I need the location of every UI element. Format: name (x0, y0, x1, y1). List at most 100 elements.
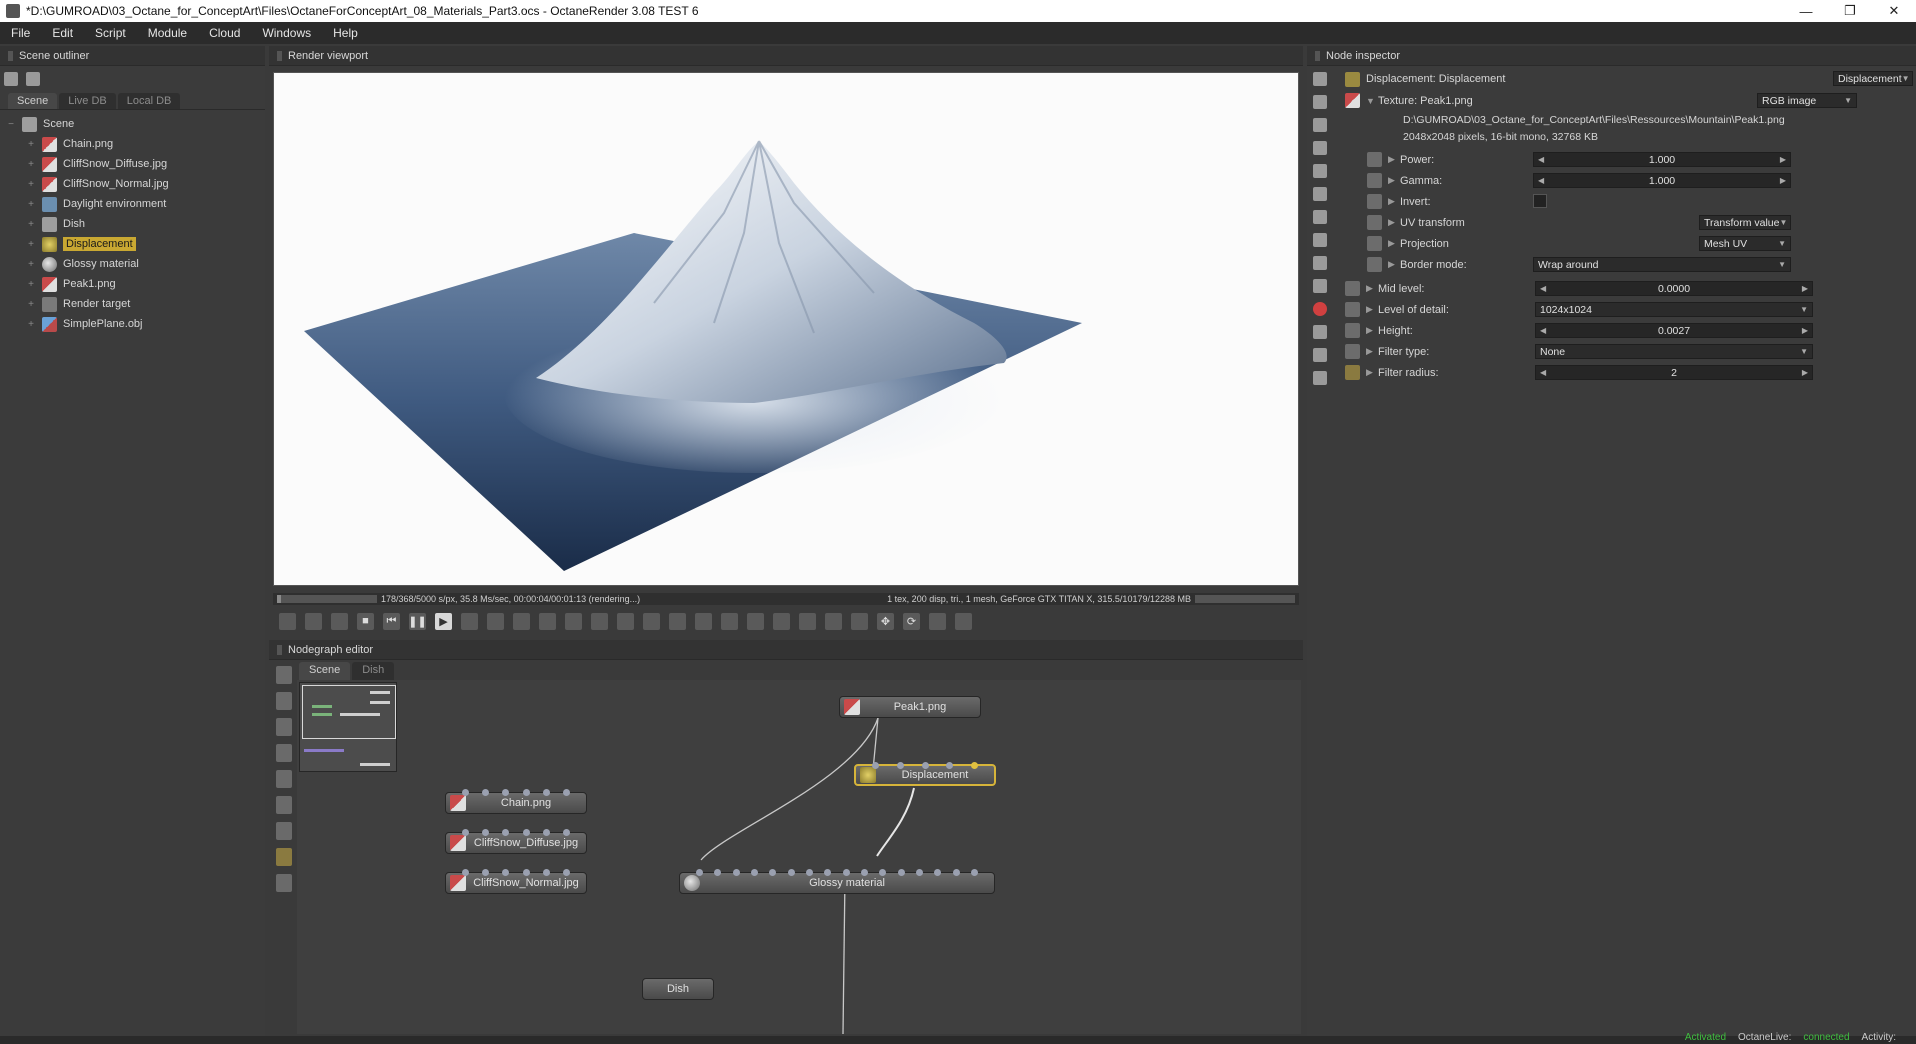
expand-all-icon[interactable] (1313, 72, 1327, 86)
expand-icon[interactable]: + (26, 219, 36, 230)
mid-level-slider[interactable]: ◀ 0.0000 ▶ (1535, 281, 1813, 296)
expand-icon[interactable]: + (26, 179, 36, 190)
save-image-icon[interactable] (773, 612, 790, 630)
subsample-icon[interactable] (643, 612, 660, 630)
add-node-icon[interactable] (276, 744, 292, 762)
menu-help[interactable]: Help (322, 26, 369, 40)
scale-icon[interactable] (929, 612, 946, 630)
menu-edit[interactable]: Edit (41, 26, 84, 40)
node-glossy-material[interactable]: Glossy material (679, 869, 995, 894)
node-dish[interactable]: Dish (642, 978, 714, 1000)
expand-icon[interactable]: + (26, 159, 36, 170)
octane-logo-icon[interactable] (279, 612, 296, 630)
expand-icon[interactable]: + (26, 319, 36, 330)
imager-icon[interactable] (1313, 233, 1327, 247)
minimize-button[interactable]: — (1784, 4, 1828, 19)
tree-row-displacement[interactable]: + Displacement (0, 234, 265, 254)
white-balance-icon[interactable] (591, 612, 608, 630)
node-type-dropdown[interactable]: Displacement ▼ (1833, 71, 1913, 86)
uv-transform-dropdown[interactable]: Transform value ▼ (1699, 215, 1791, 230)
menu-script[interactable]: Script (84, 26, 137, 40)
render-canvas[interactable] (273, 72, 1299, 586)
visible-environment-icon[interactable] (1313, 187, 1327, 201)
expand-arrow-icon[interactable]: ▶ (1388, 154, 1400, 165)
film-icon[interactable] (1367, 130, 1380, 143)
expand-arrow-icon[interactable]: ▶ (1366, 346, 1378, 357)
power-slider[interactable]: ◀ 1.000 ▶ (1533, 152, 1791, 167)
material-node-icon[interactable] (276, 770, 292, 788)
filter-type-dropdown[interactable]: None ▼ (1535, 344, 1813, 359)
menu-windows[interactable]: Windows (251, 26, 322, 40)
tab-scene[interactable]: Scene (8, 93, 58, 109)
filter-radius-slider[interactable]: ◀ 2 ▶ (1535, 365, 1813, 380)
expand-icon[interactable]: + (26, 279, 36, 290)
expand-arrow-icon[interactable]: ▶ (1388, 217, 1400, 228)
node-chain[interactable]: Chain.png (445, 789, 587, 814)
tree-row-scene[interactable]: − Scene (0, 114, 265, 134)
expand-icon[interactable]: + (26, 239, 36, 250)
postprocess-icon[interactable] (1313, 256, 1327, 270)
node-peak1[interactable]: Peak1.png (839, 696, 981, 718)
collapse-arrow-icon[interactable]: ▼ (1366, 96, 1378, 106)
grid-icon[interactable] (276, 874, 292, 892)
increment-icon[interactable]: ▶ (1780, 176, 1786, 185)
menu-module[interactable]: Module (137, 26, 198, 40)
viewport-lock-icon[interactable] (825, 612, 842, 630)
menu-file[interactable]: File (0, 26, 41, 40)
render-target-icon[interactable] (1313, 118, 1327, 132)
increment-icon[interactable]: ▶ (1802, 326, 1808, 335)
increment-icon[interactable]: ▶ (1802, 368, 1808, 377)
kernel-icon[interactable] (1313, 210, 1327, 224)
recenter-icon[interactable] (305, 612, 322, 630)
tab-local-db[interactable]: Local DB (117, 93, 181, 109)
expand-arrow-icon[interactable]: ▶ (1366, 283, 1378, 294)
zoom-icon[interactable] (669, 612, 686, 630)
nodegraph-canvas[interactable]: Peak1.png Displacement Chain.png CliffSn… (297, 680, 1301, 1034)
arrange-recursive-icon[interactable] (276, 718, 292, 736)
pause-icon[interactable]: ❚❚ (408, 612, 427, 630)
panel-grip-icon[interactable] (277, 644, 282, 655)
node-displacement[interactable]: Displacement (854, 762, 996, 786)
tree-row-peak1[interactable]: + Peak1.png (0, 274, 265, 294)
height-slider[interactable]: ◀ 0.0027 ▶ (1535, 323, 1813, 338)
menu-cloud[interactable]: Cloud (198, 26, 251, 40)
node-cliffsnow-diffuse[interactable]: CliffSnow_Diffuse.jpg (445, 829, 587, 854)
light-icon[interactable] (1313, 371, 1327, 385)
tree-row-render-target[interactable]: + Render target (0, 294, 265, 314)
minimap-toggle-icon[interactable] (276, 848, 292, 866)
restart-icon[interactable]: ⏮ (383, 612, 400, 630)
tree-row-daylight[interactable]: + Daylight environment (0, 194, 265, 214)
expand-arrow-icon[interactable]: ▶ (1366, 367, 1378, 378)
material-picker-icon[interactable] (513, 612, 530, 630)
tree-row-glossy[interactable]: + Glossy material (0, 254, 265, 274)
lock-icon[interactable] (799, 612, 816, 630)
border-mode-dropdown[interactable]: Wrap around ▼ (1533, 257, 1791, 272)
rotate-gizmo-icon[interactable]: ⟳ (903, 612, 920, 630)
arrange-icon[interactable] (276, 692, 292, 710)
maximize-button[interactable]: ❐ (1828, 3, 1872, 19)
geometry-node-icon[interactable] (276, 822, 292, 840)
expand-arrow-icon[interactable]: ▶ (1388, 175, 1400, 186)
panel-grip-icon[interactable] (8, 50, 13, 61)
node-cliffsnow-normal[interactable]: CliffSnow_Normal.jpg (445, 869, 587, 894)
expand-all-icon[interactable] (26, 72, 40, 86)
region-icon[interactable] (695, 612, 712, 630)
expand-icon[interactable]: + (26, 199, 36, 210)
expand-icon[interactable]: + (26, 299, 36, 310)
collapse-icon[interactable]: − (6, 119, 16, 130)
environment-icon[interactable] (1313, 164, 1327, 178)
level-of-detail-dropdown[interactable]: 1024x1024 ▼ (1535, 302, 1813, 317)
tree-row-simpleplane[interactable]: + SimplePlane.obj (0, 314, 265, 334)
tree-row-chain[interactable]: + Chain.png (0, 134, 265, 154)
expand-arrow-icon[interactable]: ▶ (1388, 259, 1400, 270)
cube-icon[interactable] (851, 612, 868, 630)
expand-icon[interactable]: + (26, 139, 36, 150)
expand-arrow-icon[interactable]: ▶ (1388, 238, 1400, 249)
increment-icon[interactable]: ▶ (1802, 284, 1808, 293)
camera-icon[interactable] (1313, 141, 1327, 155)
gamma-slider[interactable]: ◀ 1.000 ▶ (1533, 173, 1791, 188)
link-icon[interactable] (1384, 130, 1397, 143)
reload-icon[interactable] (1384, 113, 1397, 126)
geometry-icon[interactable] (1313, 279, 1327, 293)
expand-arrow-icon[interactable]: ▶ (1388, 196, 1400, 207)
